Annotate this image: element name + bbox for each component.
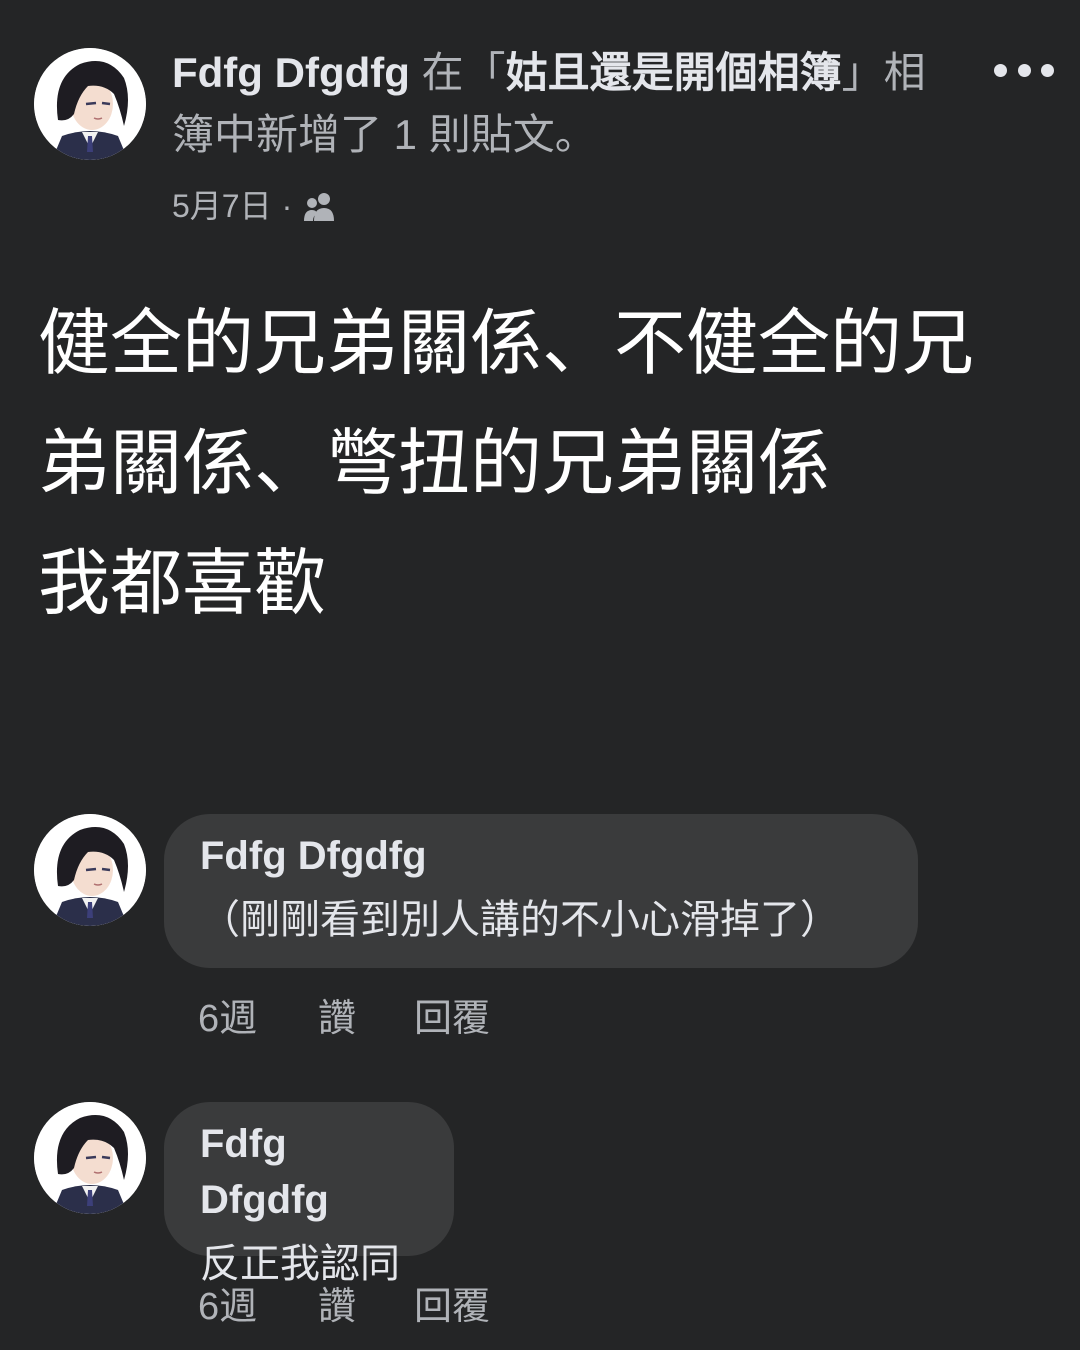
anime-character-avatar-icon xyxy=(34,814,146,926)
comment-author-name[interactable]: Fdfg Dfgdfg xyxy=(200,828,882,884)
comment-bubble[interactable]: Fdfg Dfgdfg 反正我認同 xyxy=(164,1102,454,1286)
post-action-prefix: 在「 xyxy=(409,49,506,96)
commenter-avatar[interactable] xyxy=(34,814,146,926)
comment-time[interactable]: 6週 xyxy=(198,1282,318,1332)
author-avatar[interactable] xyxy=(34,48,146,160)
anime-character-avatar-icon xyxy=(34,1102,146,1214)
comment-actions: 6週 讚 回覆 xyxy=(198,1282,490,1332)
more-options-dot-icon xyxy=(994,63,1007,77)
comment-actions: 6週 讚 回覆 xyxy=(198,994,490,1044)
post-body-text: 健全的兄弟關係、不健全的兄 弟關係、彆扭的兄弟關係 我都喜歡 xyxy=(38,304,975,624)
more-options-dot-icon xyxy=(1017,63,1031,77)
meta-separator: · xyxy=(281,188,293,224)
like-button[interactable]: 讚 xyxy=(318,994,414,1044)
post-author-name[interactable]: Fdfg Dfgdfg xyxy=(172,49,410,96)
like-button[interactable]: 讚 xyxy=(318,1282,414,1332)
commenter-avatar[interactable] xyxy=(34,1102,146,1214)
comment-text: （剛剛看到別人講的不小心滑掉了） xyxy=(200,898,840,942)
more-options-dot-icon xyxy=(1041,63,1054,77)
comment-author-name[interactable]: Fdfg Dfgdfg xyxy=(200,1116,418,1228)
comment-time[interactable]: 6週 xyxy=(198,994,318,1044)
anime-character-avatar-icon xyxy=(34,48,146,160)
more-options-button[interactable] xyxy=(994,52,1054,88)
album-link[interactable]: 姑且還是開個相簿 xyxy=(506,49,842,96)
post-header: Fdfg Dfgdfg 在「姑且還是開個相簿」相簿中新增了 1 則貼文。 xyxy=(172,42,962,166)
comment-bubble[interactable]: Fdfg Dfgdfg （剛剛看到別人講的不小心滑掉了） xyxy=(164,814,918,968)
post-date[interactable]: 5月7日 xyxy=(172,184,272,228)
post-meta: 5月7日 · xyxy=(172,184,338,228)
friends-icon[interactable] xyxy=(302,190,338,222)
reply-button[interactable]: 回覆 xyxy=(414,1282,490,1332)
reply-button[interactable]: 回覆 xyxy=(414,994,490,1044)
